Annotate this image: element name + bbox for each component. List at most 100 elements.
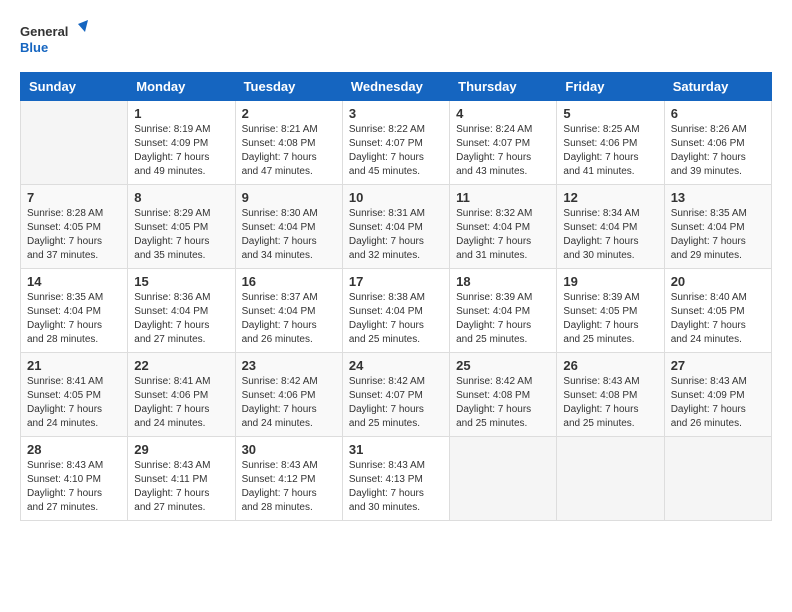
day-number: 9 bbox=[242, 190, 336, 205]
day-info: Sunrise: 8:39 AMSunset: 4:05 PMDaylight:… bbox=[563, 291, 657, 347]
day-number: 15 bbox=[134, 274, 228, 289]
day-info: Sunrise: 8:43 AMSunset: 4:08 PMDaylight:… bbox=[563, 375, 657, 431]
calendar-cell: 8 Sunrise: 8:29 AMSunset: 4:05 PMDaylight… bbox=[128, 185, 235, 269]
day-number: 1 bbox=[134, 106, 228, 121]
day-info: Sunrise: 8:28 AMSunset: 4:05 PMDaylight:… bbox=[27, 207, 121, 263]
day-info: Sunrise: 8:36 AMSunset: 4:04 PMDaylight:… bbox=[134, 291, 228, 347]
day-number: 29 bbox=[134, 442, 228, 457]
calendar-cell: 29 Sunrise: 8:43 AMSunset: 4:11 PMDayligh… bbox=[128, 437, 235, 521]
day-info: Sunrise: 8:21 AMSunset: 4:08 PMDaylight:… bbox=[242, 123, 336, 179]
weekday-header-tuesday: Tuesday bbox=[235, 73, 342, 101]
day-number: 10 bbox=[349, 190, 443, 205]
day-info: Sunrise: 8:35 AMSunset: 4:04 PMDaylight:… bbox=[671, 207, 765, 263]
day-info: Sunrise: 8:43 AMSunset: 4:12 PMDaylight:… bbox=[242, 459, 336, 515]
weekday-header-friday: Friday bbox=[557, 73, 664, 101]
week-row-4: 21 Sunrise: 8:41 AMSunset: 4:05 PMDayligh… bbox=[21, 353, 772, 437]
calendar-cell: 9 Sunrise: 8:30 AMSunset: 4:04 PMDaylight… bbox=[235, 185, 342, 269]
day-info: Sunrise: 8:35 AMSunset: 4:04 PMDaylight:… bbox=[27, 291, 121, 347]
calendar-cell: 27 Sunrise: 8:43 AMSunset: 4:09 PMDayligh… bbox=[664, 353, 771, 437]
calendar-cell: 22 Sunrise: 8:41 AMSunset: 4:06 PMDayligh… bbox=[128, 353, 235, 437]
day-info: Sunrise: 8:30 AMSunset: 4:04 PMDaylight:… bbox=[242, 207, 336, 263]
calendar-cell: 7 Sunrise: 8:28 AMSunset: 4:05 PMDaylight… bbox=[21, 185, 128, 269]
day-number: 31 bbox=[349, 442, 443, 457]
day-number: 25 bbox=[456, 358, 550, 373]
weekday-header-monday: Monday bbox=[128, 73, 235, 101]
logo-svg: General Blue bbox=[20, 20, 90, 62]
calendar-cell bbox=[664, 437, 771, 521]
day-info: Sunrise: 8:34 AMSunset: 4:04 PMDaylight:… bbox=[563, 207, 657, 263]
calendar-cell: 31 Sunrise: 8:43 AMSunset: 4:13 PMDayligh… bbox=[342, 437, 449, 521]
day-info: Sunrise: 8:38 AMSunset: 4:04 PMDaylight:… bbox=[349, 291, 443, 347]
day-number: 30 bbox=[242, 442, 336, 457]
calendar-cell: 1Sunrise: 8:19 AMSunset: 4:09 PMDaylight… bbox=[128, 101, 235, 185]
day-number: 13 bbox=[671, 190, 765, 205]
day-number: 19 bbox=[563, 274, 657, 289]
day-number: 16 bbox=[242, 274, 336, 289]
calendar-cell: 17Sunrise: 8:38 AMSunset: 4:04 PMDayligh… bbox=[342, 269, 449, 353]
day-number: 27 bbox=[671, 358, 765, 373]
calendar-cell: 12 Sunrise: 8:34 AMSunset: 4:04 PMDayligh… bbox=[557, 185, 664, 269]
calendar-cell: 18Sunrise: 8:39 AMSunset: 4:04 PMDayligh… bbox=[450, 269, 557, 353]
calendar-cell: 19 Sunrise: 8:39 AMSunset: 4:05 PMDayligh… bbox=[557, 269, 664, 353]
day-info: Sunrise: 8:24 AMSunset: 4:07 PMDaylight:… bbox=[456, 123, 550, 179]
day-info: Sunrise: 8:29 AMSunset: 4:05 PMDaylight:… bbox=[134, 207, 228, 263]
day-number: 8 bbox=[134, 190, 228, 205]
day-info: Sunrise: 8:43 AMSunset: 4:10 PMDaylight:… bbox=[27, 459, 121, 515]
day-info: Sunrise: 8:25 AMSunset: 4:06 PMDaylight:… bbox=[563, 123, 657, 179]
day-info: Sunrise: 8:43 AMSunset: 4:09 PMDaylight:… bbox=[671, 375, 765, 431]
day-info: Sunrise: 8:32 AMSunset: 4:04 PMDaylight:… bbox=[456, 207, 550, 263]
day-info: Sunrise: 8:37 AMSunset: 4:04 PMDaylight:… bbox=[242, 291, 336, 347]
calendar-cell: 28 Sunrise: 8:43 AMSunset: 4:10 PMDayligh… bbox=[21, 437, 128, 521]
day-number: 21 bbox=[27, 358, 121, 373]
day-number: 18 bbox=[456, 274, 550, 289]
day-number: 20 bbox=[671, 274, 765, 289]
weekday-header-row: SundayMondayTuesdayWednesdayThursdayFrid… bbox=[21, 73, 772, 101]
calendar-cell: 6 Sunrise: 8:26 AMSunset: 4:06 PMDaylight… bbox=[664, 101, 771, 185]
day-info: Sunrise: 8:43 AMSunset: 4:11 PMDaylight:… bbox=[134, 459, 228, 515]
calendar-cell: 15 Sunrise: 8:36 AMSunset: 4:04 PMDayligh… bbox=[128, 269, 235, 353]
day-number: 28 bbox=[27, 442, 121, 457]
week-row-3: 14Sunrise: 8:35 AMSunset: 4:04 PMDayligh… bbox=[21, 269, 772, 353]
weekday-header-wednesday: Wednesday bbox=[342, 73, 449, 101]
calendar-cell: 24Sunrise: 8:42 AMSunset: 4:07 PMDayligh… bbox=[342, 353, 449, 437]
calendar-cell: 11Sunrise: 8:32 AMSunset: 4:04 PMDayligh… bbox=[450, 185, 557, 269]
day-info: Sunrise: 8:42 AMSunset: 4:08 PMDaylight:… bbox=[456, 375, 550, 431]
week-row-1: 1Sunrise: 8:19 AMSunset: 4:09 PMDaylight… bbox=[21, 101, 772, 185]
calendar-cell: 13 Sunrise: 8:35 AMSunset: 4:04 PMDayligh… bbox=[664, 185, 771, 269]
day-info: Sunrise: 8:42 AMSunset: 4:07 PMDaylight:… bbox=[349, 375, 443, 431]
calendar-cell: 3 Sunrise: 8:22 AMSunset: 4:07 PMDaylight… bbox=[342, 101, 449, 185]
calendar-cell bbox=[450, 437, 557, 521]
weekday-header-saturday: Saturday bbox=[664, 73, 771, 101]
logo: General Blue bbox=[20, 20, 90, 62]
weekday-header-thursday: Thursday bbox=[450, 73, 557, 101]
day-info: Sunrise: 8:41 AMSunset: 4:05 PMDaylight:… bbox=[27, 375, 121, 431]
calendar-cell: 26 Sunrise: 8:43 AMSunset: 4:08 PMDayligh… bbox=[557, 353, 664, 437]
day-info: Sunrise: 8:42 AMSunset: 4:06 PMDaylight:… bbox=[242, 375, 336, 431]
day-number: 2 bbox=[242, 106, 336, 121]
svg-text:General: General bbox=[20, 24, 68, 39]
day-info: Sunrise: 8:22 AMSunset: 4:07 PMDaylight:… bbox=[349, 123, 443, 179]
day-number: 7 bbox=[27, 190, 121, 205]
day-info: Sunrise: 8:43 AMSunset: 4:13 PMDaylight:… bbox=[349, 459, 443, 515]
day-number: 26 bbox=[563, 358, 657, 373]
calendar-cell: 14Sunrise: 8:35 AMSunset: 4:04 PMDayligh… bbox=[21, 269, 128, 353]
week-row-2: 7 Sunrise: 8:28 AMSunset: 4:05 PMDaylight… bbox=[21, 185, 772, 269]
day-info: Sunrise: 8:41 AMSunset: 4:06 PMDaylight:… bbox=[134, 375, 228, 431]
calendar-cell: 21 Sunrise: 8:41 AMSunset: 4:05 PMDayligh… bbox=[21, 353, 128, 437]
calendar-cell: 16 Sunrise: 8:37 AMSunset: 4:04 PMDayligh… bbox=[235, 269, 342, 353]
weekday-header-sunday: Sunday bbox=[21, 73, 128, 101]
day-number: 22 bbox=[134, 358, 228, 373]
day-number: 5 bbox=[563, 106, 657, 121]
svg-text:Blue: Blue bbox=[20, 40, 48, 55]
calendar-table: SundayMondayTuesdayWednesdayThursdayFrid… bbox=[20, 72, 772, 521]
header: General Blue bbox=[20, 20, 772, 62]
day-number: 6 bbox=[671, 106, 765, 121]
day-number: 23 bbox=[242, 358, 336, 373]
day-info: Sunrise: 8:31 AMSunset: 4:04 PMDaylight:… bbox=[349, 207, 443, 263]
day-number: 12 bbox=[563, 190, 657, 205]
calendar-cell: 30 Sunrise: 8:43 AMSunset: 4:12 PMDayligh… bbox=[235, 437, 342, 521]
day-info: Sunrise: 8:26 AMSunset: 4:06 PMDaylight:… bbox=[671, 123, 765, 179]
day-number: 3 bbox=[349, 106, 443, 121]
calendar-cell: 25 Sunrise: 8:42 AMSunset: 4:08 PMDayligh… bbox=[450, 353, 557, 437]
calendar-cell bbox=[21, 101, 128, 185]
